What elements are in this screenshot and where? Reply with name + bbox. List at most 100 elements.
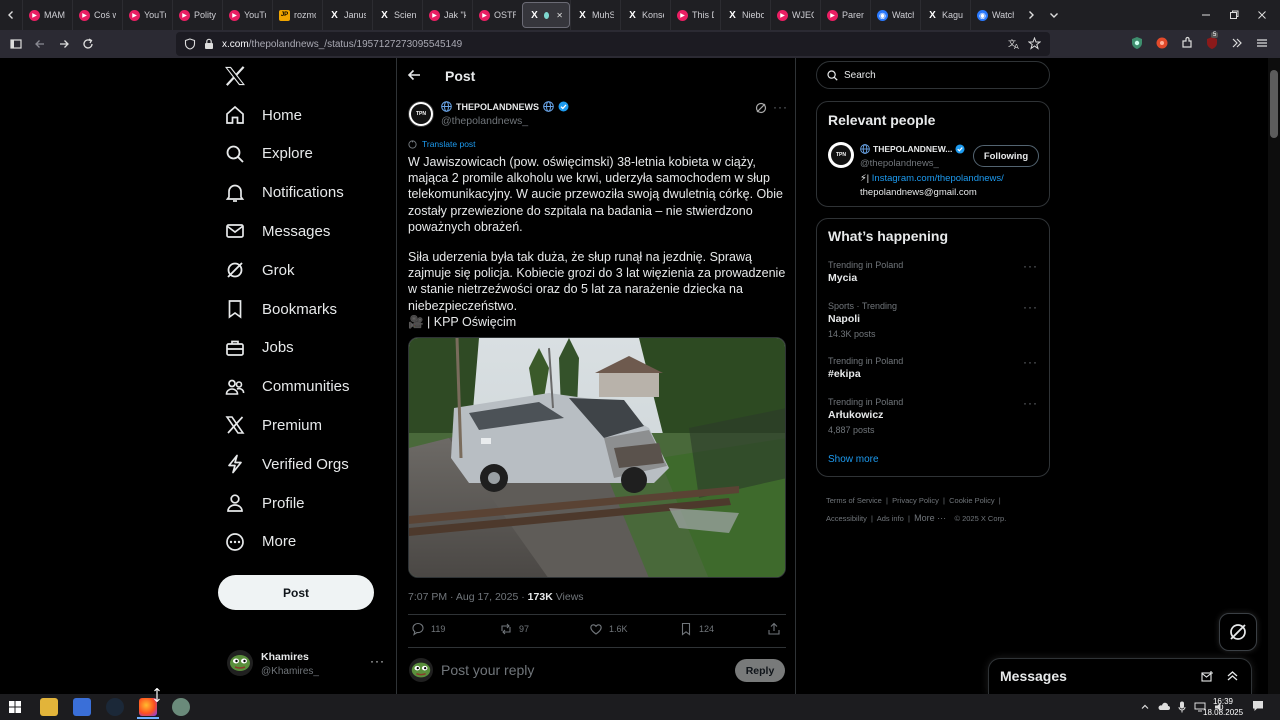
browser-tab[interactable]: ▶ YouTu [222,0,272,30]
audio-playing-icon[interactable] [544,11,550,19]
expand-chevron-icon[interactable] [1226,669,1239,682]
trend-more-icon[interactable]: ··· [1023,396,1038,410]
onedrive-icon[interactable] [1158,702,1170,712]
system-clock[interactable]: 16:39 18.08.2025 [1203,696,1243,718]
trend-name[interactable]: Mycia [828,272,857,284]
nav-item-profile[interactable]: Profile [224,489,305,517]
show-more-link[interactable]: Show more [828,454,879,465]
forward-icon[interactable] [52,32,76,56]
account-switcher[interactable]: Khamires @Khamires_ ··· [224,648,388,684]
extensions-puzzle-icon[interactable] [1180,36,1194,50]
browser-tab[interactable]: X ✕ [522,2,570,28]
tab-scroll-left-icon[interactable] [0,3,22,27]
page-scrollbar[interactable] [1268,58,1280,694]
privacy-badger-icon[interactable] [1130,36,1144,50]
nav-item-more[interactable]: More [224,528,296,556]
app-icon[interactable] [172,698,190,716]
footer-more[interactable]: More ··· [914,513,946,523]
nav-item-communities[interactable]: Communities [224,373,350,401]
footer-privacy[interactable]: Privacy Policy [892,496,939,505]
list-tabs-icon[interactable] [1042,3,1066,27]
browser-tab[interactable]: ▶ Coś w [72,0,122,30]
url-bar[interactable]: x.com/thepolandnews_/status/195712727309… [176,32,1050,56]
following-button[interactable]: Following [973,145,1039,167]
grok-explain-icon[interactable] [755,102,767,114]
nav-item-grok[interactable]: Grok [224,256,295,284]
post-button[interactable]: Post [218,575,374,610]
browser-tab[interactable]: X Scienc [372,0,422,30]
trend-name[interactable]: Arłukowicz [828,409,883,421]
translate-post-link[interactable]: Translate post [408,139,476,149]
post-timestamp[interactable]: 7:07 PM · Aug 17, 2025 · 173K Views [408,591,584,603]
nav-item-bookmarks[interactable]: Bookmarks [224,295,337,323]
x-logo-icon[interactable] [224,66,246,86]
sidebar-toggle-icon[interactable] [4,32,28,56]
reload-icon[interactable] [76,32,100,56]
browser-tab[interactable]: X MuhSi [570,0,620,30]
footer-accessibility[interactable]: Accessibility [826,514,867,523]
browser-tab[interactable]: X Konse [620,0,670,30]
close-window-icon[interactable] [1248,3,1276,27]
remote-desktop-icon[interactable] [73,698,91,716]
nav-item-jobs[interactable]: Jobs [224,334,294,362]
microphone-icon[interactable] [1178,701,1186,713]
close-tab-icon[interactable]: ✕ [556,11,563,20]
lock-icon[interactable] [204,38,214,50]
tracking-shield-icon[interactable] [184,38,196,50]
author-name[interactable]: THEPOLANDNEWS [456,102,539,112]
trend-name[interactable]: #ekipa [828,368,861,380]
reply-avatar[interactable] [409,658,433,682]
grok-floating-button[interactable] [1219,613,1257,651]
browser-tab[interactable]: ▶ Jak "k [422,0,472,30]
reply-input[interactable]: Post your reply [441,662,534,678]
person-avatar[interactable]: TPN [828,142,854,168]
hamburger-menu-icon[interactable] [1255,36,1269,50]
nav-item-notifications[interactable]: Notifications [224,179,344,207]
extension-fox-icon[interactable] [1155,36,1169,50]
footer-cookie[interactable]: Cookie Policy [949,496,994,505]
new-message-icon[interactable] [1201,670,1214,683]
like-action[interactable]: 1.6K [589,622,628,636]
trend-name[interactable]: Napoli [828,313,860,325]
browser-tab[interactable]: ▶ OSTR [472,0,522,30]
browser-tab[interactable]: ▶ YouTu [122,0,172,30]
tab-scroll-right-icon[interactable] [1020,3,1042,27]
messages-drawer[interactable]: Messages [988,658,1252,694]
trend-more-icon[interactable]: ··· [1023,355,1038,369]
account-more-icon[interactable]: ··· [370,654,385,668]
repost-action[interactable]: 97 [499,622,529,636]
more-tools-icon[interactable] [1230,36,1244,50]
search-input[interactable]: Search [816,61,1050,89]
share-action[interactable] [767,622,781,636]
back-icon[interactable] [28,32,52,56]
browser-tab[interactable]: ◉ Watch [870,0,920,30]
browser-tab[interactable]: ▶ WJEC [770,0,820,30]
person-name[interactable]: THEPOLANDNEW... [873,144,952,154]
bio-link[interactable]: Instagram.com/thepolandnews/ [872,173,1004,184]
post-more-icon[interactable]: ··· [773,100,788,114]
nav-item-messages[interactable]: Messages [224,217,330,245]
windows-start-icon[interactable] [9,701,21,713]
reply-action[interactable]: 119 [411,622,445,636]
post-photo[interactable] [408,337,786,578]
author-avatar[interactable]: TPN [408,101,434,127]
nav-item-explore[interactable]: Explore [224,140,313,168]
browser-tab[interactable]: ▶ Paren [820,0,870,30]
trend-more-icon[interactable]: ··· [1023,300,1038,314]
browser-tab[interactable]: ▶ MAM [22,0,72,30]
steam-icon[interactable] [106,698,124,716]
scrollbar-thumb[interactable] [1270,70,1278,138]
bookmark-action[interactable]: 124 [679,622,714,636]
nav-item-verified-orgs[interactable]: Verified Orgs [224,450,349,478]
minimize-icon[interactable] [1192,3,1220,27]
browser-tab[interactable]: JP rozmc [272,0,322,30]
file-explorer-icon[interactable] [40,698,58,716]
nav-item-premium[interactable]: Premium [224,411,322,439]
reply-button[interactable]: Reply [735,659,785,682]
browser-tab[interactable]: X Janus [322,0,372,30]
browser-tab[interactable]: X Niebo [720,0,770,30]
trend-more-icon[interactable]: ··· [1023,259,1038,273]
author-handle[interactable]: @thepolandnews_ [441,115,528,127]
footer-terms[interactable]: Terms of Service [826,496,882,505]
nav-item-home[interactable]: Home [224,101,302,129]
